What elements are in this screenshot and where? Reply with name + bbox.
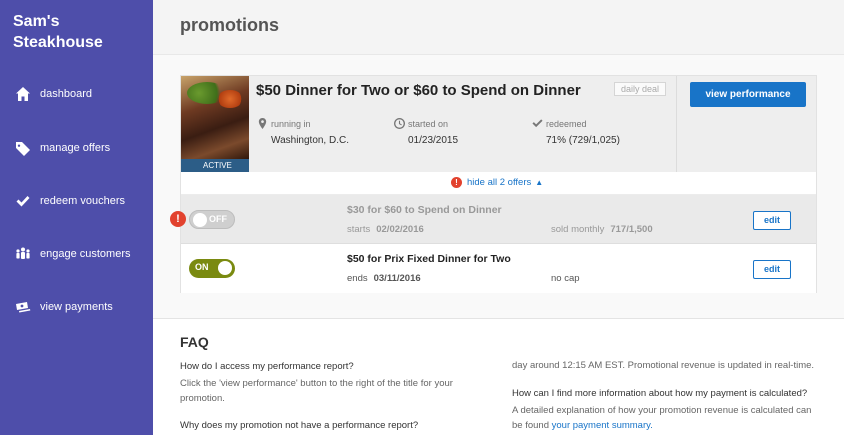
sidebar-item-manage-offers[interactable]: manage offers	[14, 136, 110, 160]
started-on-value: 01/23/2015	[408, 135, 459, 146]
promotion-image: ACTIVE	[181, 76, 249, 172]
brand-name[interactable]: Sam's Steakhouse	[13, 11, 103, 53]
offer-cap: no cap	[551, 273, 580, 284]
offer-cap-label: no cap	[551, 273, 580, 284]
warning-icon: !	[170, 211, 186, 227]
view-performance-button[interactable]: view performance	[690, 82, 806, 107]
faq-answer-line: A detailed explanation of how your promo…	[512, 405, 812, 416]
faq-answer-text: be found	[512, 420, 549, 431]
payment-summary-link[interactable]: your payment summary.	[552, 420, 653, 431]
sidebar-item-dashboard[interactable]: dashboard	[14, 82, 92, 106]
page-header: promotions	[153, 0, 844, 55]
sidebar-item-label: view payments	[40, 301, 113, 313]
hide-offers-link[interactable]: ! hide all 2 offers ▲	[451, 177, 543, 188]
offer-date-label: ends	[347, 273, 368, 284]
sidebar-item-engage-customers[interactable]: engage customers	[14, 242, 131, 266]
faq-answer: A detailed explanation of how your promo…	[512, 403, 811, 433]
toggle-knob	[218, 261, 232, 275]
edit-offer-button[interactable]: edit	[753, 260, 791, 279]
deal-type-badge: daily deal	[614, 82, 667, 96]
clock-icon	[394, 118, 406, 129]
faq-question: How do I access my performance report?	[180, 361, 354, 372]
offer-cap: sold monthly 717/1,500	[551, 224, 653, 235]
faq-answer-line: promotion.	[180, 393, 225, 404]
started-on-label: started on	[408, 119, 449, 129]
offer-row: ! OFF $30 for $60 to Spend on Dinner sta…	[170, 195, 816, 244]
faq-section: FAQ How do I access my performance repor…	[153, 318, 844, 435]
faq-answer: day around 12:15 AM EST. Promotional rev…	[512, 360, 815, 371]
started-on: started on 01/23/2015	[394, 118, 459, 146]
page-title: promotions	[180, 15, 279, 35]
edit-offer-button[interactable]: edit	[753, 211, 791, 230]
faq-question: Why does my promotion not have a perform…	[180, 420, 419, 431]
alert-icon: !	[451, 177, 462, 188]
faq-heading: FAQ	[180, 334, 209, 350]
divider	[676, 76, 677, 172]
promotion-title: $50 Dinner for Two or $60 to Spend on Di…	[256, 82, 581, 99]
toggle-knob	[193, 213, 207, 227]
offer-cap-value: 717/1,500	[610, 224, 653, 235]
home-icon	[14, 85, 32, 103]
faq-question: How can I find more information about ho…	[512, 388, 808, 399]
faq-answer-line: Click the 'view performance' button to t…	[180, 378, 453, 389]
main-content: promotions ACTIVE $50 Dinner for Two or …	[153, 0, 844, 435]
people-icon	[14, 245, 32, 263]
offer-toggle[interactable]: OFF	[189, 210, 235, 229]
hide-offers-label: hide all 2 offers	[467, 177, 532, 188]
redeemed-label: redeemed	[546, 119, 587, 129]
offer-date: ends 03/11/2016	[347, 273, 421, 284]
money-icon	[14, 298, 32, 316]
offer-name: $50 for Prix Fixed Dinner for Two	[347, 253, 511, 265]
offer-row: ON $50 for Prix Fixed Dinner for Two end…	[181, 244, 816, 293]
status-badge: ACTIVE	[181, 159, 249, 172]
offer-toggle[interactable]: ON	[189, 259, 235, 278]
location-pin-icon	[257, 118, 268, 129]
running-in-label: running in	[271, 119, 311, 129]
faq-answer-line: be found your payment summary.	[512, 418, 811, 433]
check-icon	[14, 192, 32, 210]
brand-line-2: Steakhouse	[13, 34, 103, 51]
sidebar-item-view-payments[interactable]: view payments	[14, 295, 113, 319]
sidebar-item-label: redeem vouchers	[40, 195, 125, 207]
redeemed: redeemed 71% (729/1,025)	[532, 119, 620, 146]
faq-answer: Click the 'view performance' button to t…	[180, 376, 453, 406]
toggle-label: OFF	[209, 214, 227, 224]
sidebar-item-label: dashboard	[40, 88, 92, 100]
offer-date: starts 02/02/2016	[347, 224, 424, 235]
running-in-value: Washington, D.C.	[271, 135, 349, 146]
offer-date-label: starts	[347, 224, 371, 235]
sidebar-item-label: engage customers	[40, 248, 131, 260]
offers-toggle-row: ! hide all 2 offers ▲	[181, 172, 816, 195]
caret-up-icon: ▲	[535, 178, 544, 187]
offer-date-value: 03/11/2016	[373, 273, 421, 284]
sidebar-item-redeem-vouchers[interactable]: redeem vouchers	[14, 189, 125, 213]
offer-cap-label: sold monthly	[551, 224, 605, 235]
offer-date-value: 02/02/2016	[376, 224, 424, 235]
promotion-header: ACTIVE $50 Dinner for Two or $60 to Spen…	[181, 76, 816, 172]
redeemed-value: 71% (729/1,025)	[546, 135, 620, 146]
toggle-label: ON	[195, 262, 209, 272]
sidebar: Sam's Steakhouse dashboard manage offers…	[0, 0, 153, 435]
running-in: running in Washington, D.C.	[258, 118, 349, 146]
check-icon	[532, 118, 543, 129]
sidebar-item-label: manage offers	[40, 142, 111, 154]
promotion-card: ACTIVE $50 Dinner for Two or $60 to Spen…	[170, 75, 817, 293]
offer-name: $30 for $60 to Spend on Dinner	[347, 204, 502, 216]
tag-icon	[14, 139, 32, 157]
brand-line-1: Sam's	[13, 13, 60, 30]
